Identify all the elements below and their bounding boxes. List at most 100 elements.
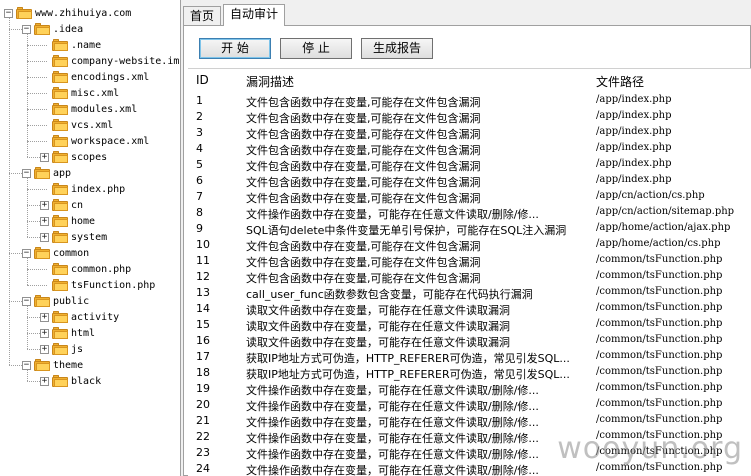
table-row[interactable]: 9 SQL语句delete中条件变量无单引号保护，可能存在SQL注入漏洞/app/… <box>188 221 751 237</box>
expand-icon[interactable]: + <box>40 376 49 386</box>
table-row[interactable]: 20 文件操作函数中存在变量，可能存在任意文件读取/删除/修... /common/… <box>188 397 751 413</box>
tree-item-label: .idea <box>53 23 84 35</box>
tree-item[interactable]: index.php <box>40 181 125 197</box>
tree-item[interactable]: + cn <box>40 197 83 213</box>
collapse-icon[interactable]: − <box>4 8 13 18</box>
tree-item[interactable]: − common <box>22 245 89 261</box>
collapse-icon[interactable]: − <box>22 168 31 178</box>
folder-icon <box>34 23 50 35</box>
tree-item[interactable]: + activity <box>40 309 119 325</box>
tree-item[interactable]: .name <box>40 37 101 53</box>
collapse-icon[interactable]: − <box>22 360 31 370</box>
tree-item-label: activity <box>71 311 120 323</box>
table-row[interactable]: 12 文件包含函数中存在变量,可能存在文件包含漏洞/common/tsFuncti… <box>188 269 751 285</box>
table-row[interactable]: 7 文件包含函数中存在变量,可能存在文件包含漏洞/app/cn/action/cs… <box>188 189 751 205</box>
collapse-icon[interactable]: − <box>22 296 31 306</box>
table-row[interactable]: 19 文件操作函数中存在变量，可能存在任意文件读取/删除/修... /common/… <box>188 381 751 397</box>
tree-item[interactable]: − theme <box>22 357 83 373</box>
column-header-id[interactable]: ID <box>196 73 236 87</box>
table-row[interactable]: 13 call_user_func函数参数包含变量，可能存在代码执行漏洞/comm… <box>188 285 751 301</box>
tab-auto-audit[interactable]: 自动审计 <box>223 4 285 26</box>
tree-item-label: encodings.xml <box>71 71 150 83</box>
cell-path: /app/index.php <box>596 110 672 121</box>
tree-item[interactable]: − .idea <box>22 21 83 37</box>
results-table[interactable]: ID 漏洞描述 文件路径 1 文件包含函数中存在变量,可能存在文件包含漏洞/app… <box>188 68 751 476</box>
tree-item-label: common.php <box>71 263 132 275</box>
tree-item[interactable]: encodings.xml <box>40 69 149 85</box>
column-header-path[interactable]: 文件路径 <box>596 73 644 90</box>
expand-icon[interactable]: + <box>40 232 49 242</box>
tree-item-label: .name <box>71 39 102 51</box>
expand-icon[interactable]: + <box>40 328 49 338</box>
table-row[interactable]: 4 文件包含函数中存在变量,可能存在文件包含漏洞/app/index.php <box>188 141 751 157</box>
folder-icon <box>52 151 68 163</box>
table-row[interactable]: 23 文件操作函数中存在变量，可能存在任意文件读取/删除/修... /common/… <box>188 445 751 461</box>
stop-button[interactable]: 停 止 <box>280 38 352 59</box>
table-row[interactable]: 22 文件操作函数中存在变量，可能存在任意文件读取/删除/修... /common/… <box>188 429 751 445</box>
expand-icon[interactable]: + <box>40 312 49 322</box>
column-header-description[interactable]: 漏洞描述 <box>246 73 294 90</box>
cell-id: 2 <box>196 110 203 123</box>
tree-item[interactable]: − app <box>22 165 71 181</box>
table-row[interactable]: 3 文件包含函数中存在变量,可能存在文件包含漏洞/app/index.php <box>188 125 751 141</box>
table-row[interactable]: 17 获取IP地址方式可伪造，HTTP_REFERER可伪造，常见引发SQL...… <box>188 349 751 365</box>
table-row[interactable]: 14 读取文件函数中存在变量，可能存在任意文件读取漏洞/common/tsFunc… <box>188 301 751 317</box>
start-button[interactable]: 开 始 <box>199 38 271 59</box>
tree-item[interactable]: modules.xml <box>40 101 137 117</box>
tree-item[interactable]: + black <box>40 373 101 389</box>
table-row[interactable]: 1 文件包含函数中存在变量,可能存在文件包含漏洞/app/index.php <box>188 93 751 109</box>
cell-description: 文件包含函数中存在变量,可能存在文件包含漏洞 <box>246 160 481 173</box>
table-row[interactable]: 15 读取文件函数中存在变量，可能存在任意文件读取漏洞/common/tsFunc… <box>188 317 751 333</box>
collapse-icon[interactable]: − <box>22 24 31 34</box>
tree-item-label: black <box>71 375 102 387</box>
file-tree[interactable]: − www.zhihuiya.com − .idea .name company-webs… <box>0 0 181 476</box>
tree-item-label: cn <box>71 199 84 211</box>
expand-icon[interactable]: + <box>40 152 49 162</box>
tree-item[interactable]: company-website.iml <box>40 53 180 69</box>
tree-connector <box>27 333 40 334</box>
expand-icon[interactable]: + <box>40 216 49 226</box>
folder-icon <box>16 7 32 19</box>
table-row[interactable]: 8 文件操作函数中存在变量，可能存在任意文件读取/删除/修... /app/cn/a… <box>188 205 751 221</box>
table-row[interactable]: 5 文件包含函数中存在变量,可能存在文件包含漏洞/app/index.php <box>188 157 751 173</box>
cell-description: call_user_func函数参数包含变量，可能存在代码执行漏洞 <box>246 288 533 301</box>
cell-description: SQL语句delete中条件变量无单引号保护，可能存在SQL注入漏洞 <box>246 224 567 237</box>
table-row[interactable]: 2 文件包含函数中存在变量,可能存在文件包含漏洞/app/index.php <box>188 109 751 125</box>
tree-item[interactable]: + js <box>40 341 83 357</box>
tree-item[interactable]: common.php <box>40 261 131 277</box>
tree-item[interactable]: workspace.xml <box>40 133 149 149</box>
generate-report-button[interactable]: 生成报告 <box>361 38 433 59</box>
tree-item[interactable]: vcs.xml <box>40 117 113 133</box>
cell-path: /common/tsFunction.php <box>596 462 723 473</box>
table-row[interactable]: 16 读取文件函数中存在变量，可能存在任意文件读取漏洞/common/tsFunc… <box>188 333 751 349</box>
expand-icon[interactable]: + <box>40 344 49 354</box>
tree-item[interactable]: + home <box>40 213 95 229</box>
folder-icon <box>52 183 68 195</box>
collapse-icon[interactable]: − <box>22 248 31 258</box>
table-row[interactable]: 10 文件包含函数中存在变量,可能存在文件包含漏洞/app/home/action… <box>188 237 751 253</box>
tree-item[interactable]: − www.zhihuiya.com <box>4 5 131 21</box>
table-row[interactable]: 11 文件包含函数中存在变量,可能存在文件包含漏洞/common/tsFuncti… <box>188 253 751 269</box>
tree-connector <box>27 45 47 46</box>
tree-item[interactable]: + system <box>40 229 107 245</box>
tree-item[interactable]: + html <box>40 325 95 341</box>
cell-path: /app/index.php <box>596 94 672 105</box>
tree-item[interactable]: tsFunction.php <box>40 277 155 293</box>
tree-item[interactable]: misc.xml <box>40 85 119 101</box>
tree-connector <box>9 253 22 254</box>
table-row[interactable]: 18 获取IP地址方式可伪造，HTTP_REFERER可伪造，常见引发SQL...… <box>188 365 751 381</box>
cell-id: 9 <box>196 222 203 235</box>
cell-id: 18 <box>196 366 210 379</box>
cell-id: 14 <box>196 302 210 315</box>
cell-description: 文件操作函数中存在变量，可能存在任意文件读取/删除/修... <box>246 208 539 221</box>
table-row[interactable]: 6 文件包含函数中存在变量,可能存在文件包含漏洞/app/index.php <box>188 173 751 189</box>
cell-path: /common/tsFunction.php <box>596 254 723 265</box>
table-row[interactable]: 24 文件操作函数中存在变量，可能存在任意文件读取/删除/修... /common/… <box>188 461 751 476</box>
tree-item[interactable]: − public <box>22 293 89 309</box>
tree-connector <box>27 189 47 190</box>
tree-item-label: www.zhihuiya.com <box>35 7 132 19</box>
tree-item[interactable]: + scopes <box>40 149 107 165</box>
table-row[interactable]: 21 文件操作函数中存在变量，可能存在任意文件读取/删除/修... /common/… <box>188 413 751 429</box>
tab-home[interactable]: 首页 <box>183 6 221 26</box>
expand-icon[interactable]: + <box>40 200 49 210</box>
